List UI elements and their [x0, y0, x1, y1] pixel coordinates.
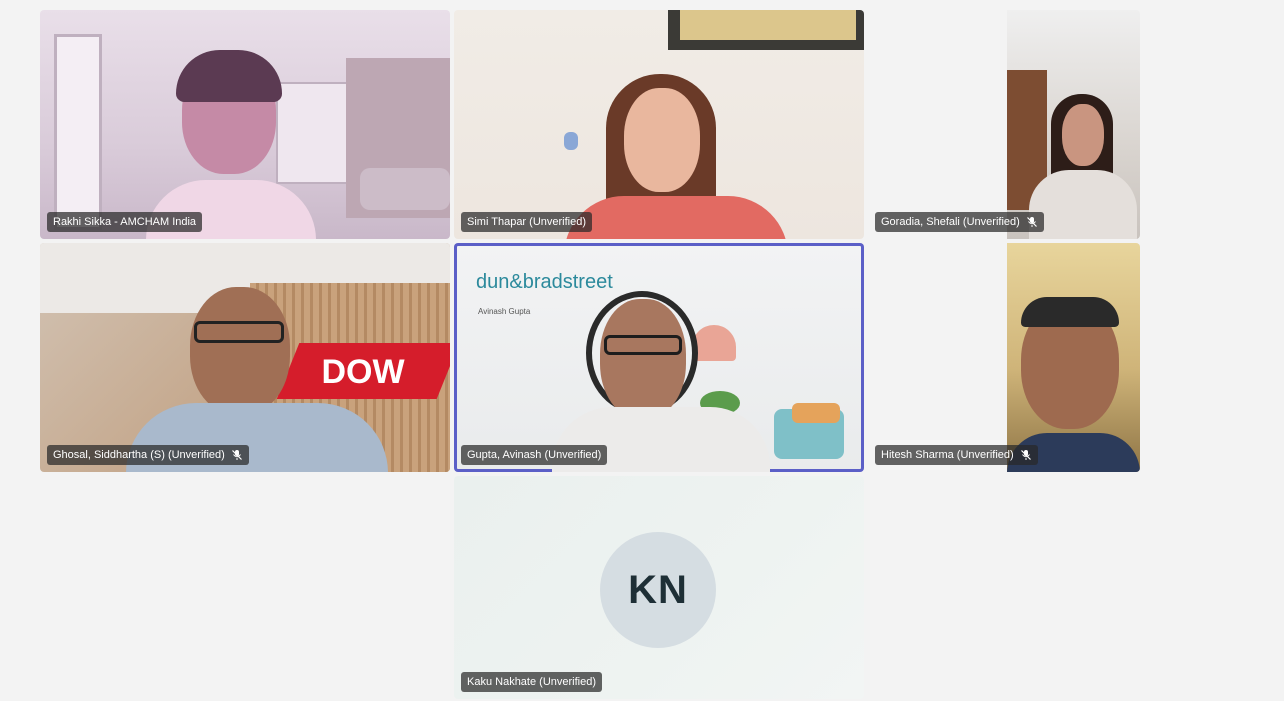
participant-name: Kaku Nakhate (Unverified)	[467, 676, 597, 688]
participant-glasses	[604, 335, 682, 355]
video-tile-simi-thapar[interactable]: Simi Thapar (Unverified)	[454, 10, 864, 239]
participant-name: Gupta, Avinash (Unverified)	[467, 449, 602, 461]
mic-off-icon	[1026, 217, 1037, 227]
dnb-logo: dun&bradstreet	[476, 271, 613, 293]
name-tag: Hitesh Sharma (Unverified)	[875, 445, 1038, 465]
sofa	[360, 168, 450, 210]
dow-logo-text: DOW	[321, 353, 405, 391]
participant-video	[1007, 10, 1140, 239]
room-window	[54, 34, 102, 230]
participant-glasses	[194, 321, 284, 343]
participant-name: Goradia, Shefali (Unverified)	[881, 216, 1020, 228]
video-tile-goradia-shefali[interactable]: Goradia, Shefali (Unverified)	[868, 10, 1140, 239]
participant-name: Simi Thapar (Unverified)	[467, 216, 587, 228]
video-tile-gupta-avinash[interactable]: dun&bradstreet Avinash Gupta Gupta, Avin…	[454, 243, 864, 472]
video-tile-ghosal-siddhartha[interactable]: DOW Ghosal, Siddhartha (S) (Unverified)	[40, 243, 450, 472]
participant-name: Hitesh Sharma (Unverified)	[881, 449, 1014, 461]
avatar: KN	[600, 532, 716, 648]
participant-body	[1029, 170, 1137, 239]
participant-hair	[1021, 297, 1119, 327]
name-tag: Goradia, Shefali (Unverified)	[875, 212, 1044, 232]
video-tile-kaku-nakhate[interactable]: KN Kaku Nakhate (Unverified)	[454, 476, 864, 699]
name-tag: Rakhi Sikka - AMCHAM India	[47, 212, 203, 232]
name-tag: Ghosal, Siddhartha (S) (Unverified)	[47, 445, 249, 465]
video-tile-hitesh-sharma[interactable]: Hitesh Sharma (Unverified)	[868, 243, 1140, 472]
name-tag: Kaku Nakhate (Unverified)	[461, 672, 603, 692]
video-tile-rakhi-sikka[interactable]: Rakhi Sikka - AMCHAM India	[40, 10, 450, 239]
participant-name: Ghosal, Siddhartha (S) (Unverified)	[53, 449, 225, 461]
background-blur-object	[564, 132, 578, 150]
mic-off-icon	[1020, 450, 1031, 460]
participant-head	[1062, 104, 1104, 166]
participant-name: Rakhi Sikka - AMCHAM India	[53, 216, 197, 228]
dnb-subtitle: Avinash Gupta	[478, 307, 531, 316]
name-tag: Gupta, Avinash (Unverified)	[461, 445, 608, 465]
chair-cushion	[792, 403, 840, 423]
participant-video	[1007, 243, 1140, 472]
wall-frame-inner	[680, 10, 856, 40]
participant-head	[600, 299, 686, 419]
participant-head	[190, 287, 290, 415]
participant-body	[564, 196, 788, 239]
pendant-lamp	[692, 325, 736, 361]
name-tag: Simi Thapar (Unverified)	[461, 212, 593, 232]
mic-off-icon	[231, 450, 242, 460]
participant-head	[624, 88, 700, 192]
participant-hair	[176, 50, 282, 102]
